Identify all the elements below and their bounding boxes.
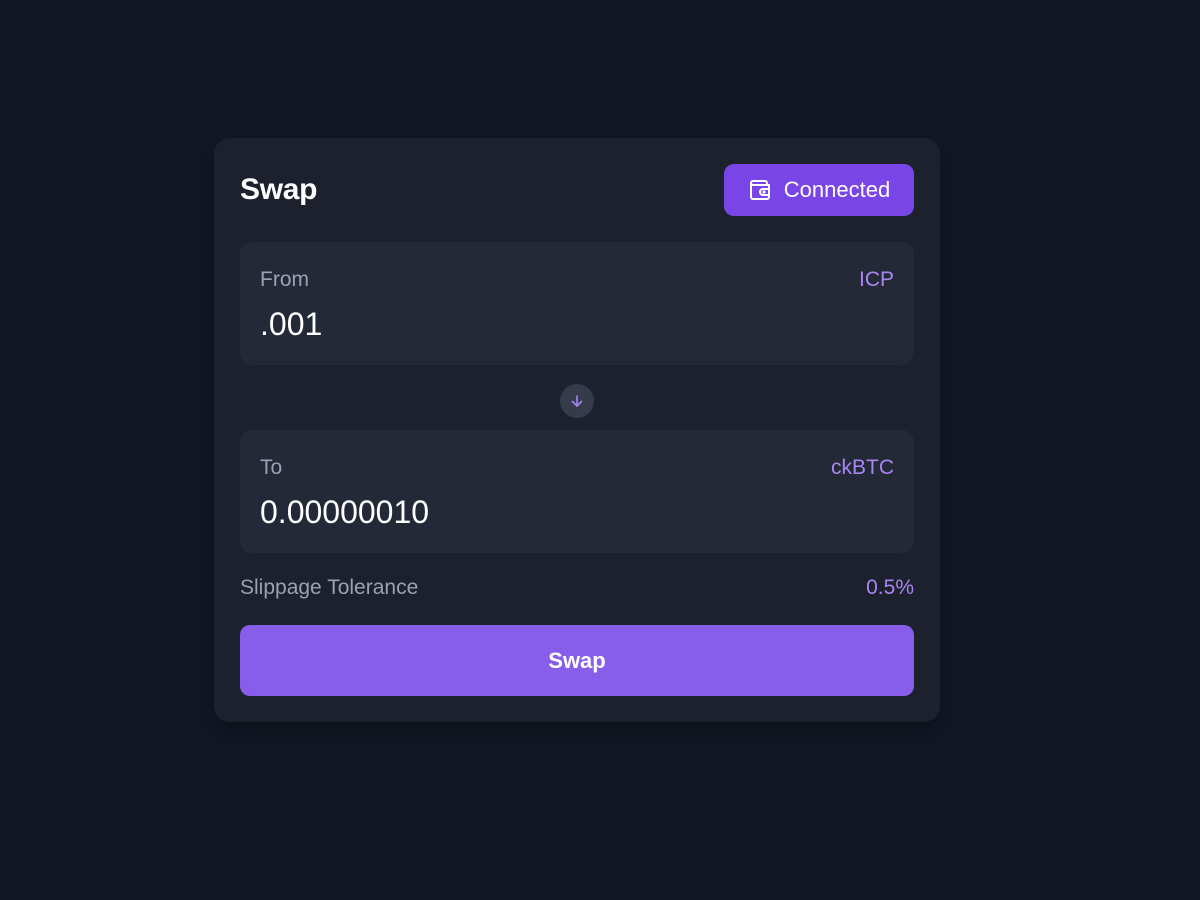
from-label: From bbox=[260, 268, 309, 291]
slippage-row: Slippage Tolerance 0.5% bbox=[240, 576, 914, 600]
slippage-value[interactable]: 0.5% bbox=[866, 576, 914, 600]
swap-card: Swap Connected From ICP To ckBTC bbox=[214, 138, 940, 722]
wallet-icon bbox=[748, 178, 772, 202]
swap-direction-button[interactable] bbox=[560, 384, 594, 418]
wallet-connected-button[interactable]: Connected bbox=[724, 164, 914, 216]
card-header: Swap Connected bbox=[240, 164, 914, 216]
wallet-button-label: Connected bbox=[783, 177, 891, 202]
slippage-label: Slippage Tolerance bbox=[240, 576, 419, 599]
to-amount-output bbox=[260, 494, 860, 531]
to-panel: To ckBTC bbox=[240, 430, 914, 553]
from-amount-input[interactable] bbox=[260, 306, 860, 343]
page-title: Swap bbox=[240, 173, 318, 206]
swap-button[interactable]: Swap bbox=[240, 625, 914, 696]
from-panel: From ICP bbox=[240, 242, 914, 365]
from-token-selector[interactable]: ICP bbox=[859, 268, 894, 292]
to-label: To bbox=[260, 456, 283, 479]
to-token-selector[interactable]: ckBTC bbox=[831, 456, 894, 480]
arrow-down-icon bbox=[569, 393, 585, 409]
